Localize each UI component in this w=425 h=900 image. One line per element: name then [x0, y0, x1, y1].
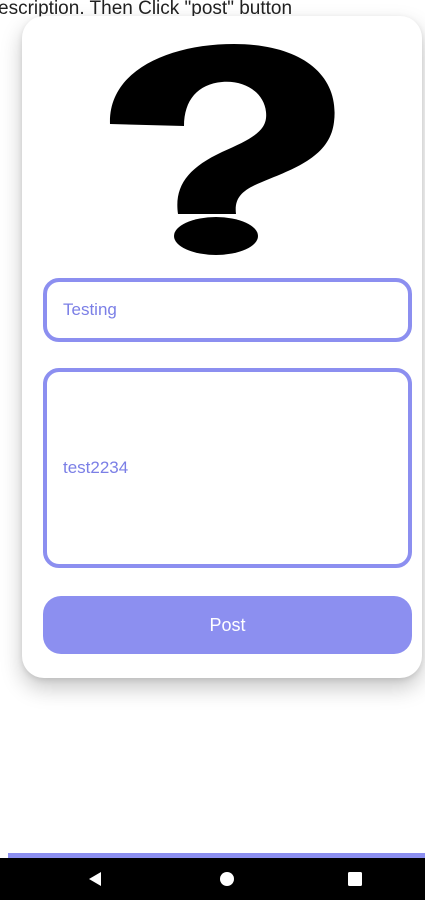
screen: escription. Then Click "post" button Tes…	[0, 0, 425, 900]
post-button[interactable]: Post	[43, 596, 412, 654]
nav-home-button[interactable]	[197, 858, 257, 900]
question-mark-icon	[109, 44, 335, 255]
title-input[interactable]: Testing	[43, 278, 412, 342]
nav-recents-button[interactable]	[325, 858, 385, 900]
home-circle-icon	[220, 872, 234, 886]
post-card: Testing test2234 Post	[22, 16, 422, 678]
description-input[interactable]: test2234	[43, 368, 412, 568]
recents-square-icon	[348, 872, 362, 886]
back-triangle-icon	[89, 872, 101, 886]
nav-back-button[interactable]	[65, 858, 125, 900]
system-nav-bar	[0, 858, 425, 900]
description-value: test2234	[63, 458, 129, 477]
